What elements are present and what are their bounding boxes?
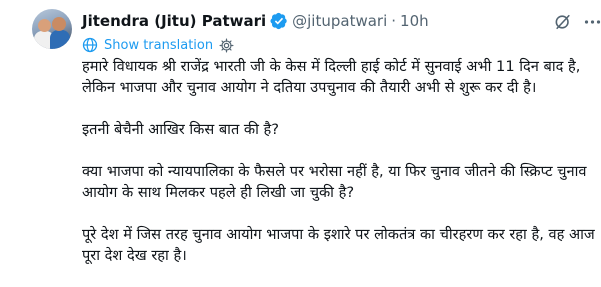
globe-icon [82,37,98,53]
tweet-header: Jitendra (Jitu) Patwari @jitupatwari · 1… [82,11,429,31]
author-handle[interactable]: @jitupatwari [292,12,387,30]
tweet-paragraph: पूरे देश में जिस तरह चुनाव आयोग भाजपा के… [82,226,595,264]
more-options-icon[interactable] [584,16,601,28]
gear-icon[interactable] [219,38,234,53]
avatar-figure [50,30,70,49]
grok-icon[interactable] [553,12,573,32]
tweet-paragraph: हमारे विधायक श्री राजेंद्र भारती जी के क… [82,58,581,96]
tweet-paragraph: क्या भाजपा को न्यायपालिका के फैसले पर भर… [82,163,587,201]
tweet-text: हमारे विधायक श्री राजेंद्र भारती जी के क… [82,56,601,287]
author-name[interactable]: Jitendra (Jitu) Patwari [82,12,266,30]
verified-badge-icon [270,12,287,30]
avatar-figure [52,17,66,31]
avatar-figure [38,19,51,32]
tweet: Jitendra (Jitu) Patwari @jitupatwari · 1… [0,0,601,264]
timestamp[interactable]: 10h [400,12,429,30]
avatar[interactable] [32,9,72,49]
tweet-paragraph: इतनी बेचैनी आखिर किस बात की है? [82,121,280,138]
show-translation-link[interactable]: Show translation [104,38,213,53]
show-translation: Show translation [82,36,234,54]
separator-dot: · [391,12,397,30]
